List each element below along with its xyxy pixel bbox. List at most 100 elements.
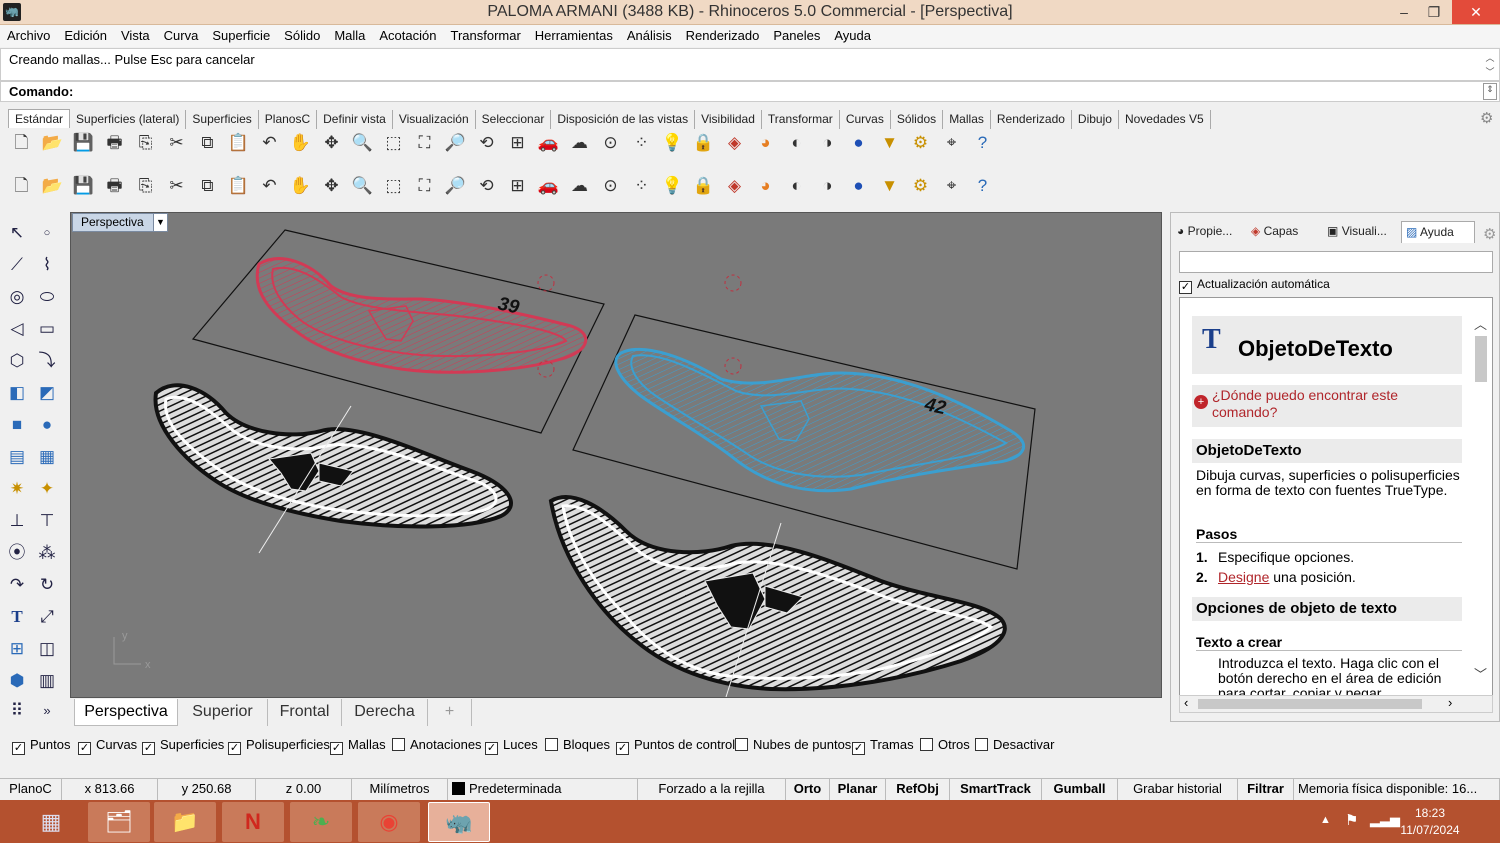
checkbox-checked-icon[interactable]: ✓ xyxy=(485,742,498,755)
undo-icon[interactable]: ↶ xyxy=(254,171,285,201)
checkbox-unchecked-icon[interactable] xyxy=(920,738,933,751)
scale-icon[interactable]: ⤢ xyxy=(32,602,62,632)
points-icon[interactable]: ⁘ xyxy=(626,171,657,201)
menu-malla[interactable]: Malla xyxy=(327,25,372,43)
filter-desactivar[interactable]: Desactivar xyxy=(975,737,1054,752)
rotate3d-icon[interactable]: ↻ xyxy=(32,570,62,600)
scroll-down-icon[interactable]: ﹀ xyxy=(1474,664,1487,683)
scroll-left-icon[interactable]: ‹ xyxy=(1184,695,1188,710)
status-cplane[interactable]: PlanoC xyxy=(0,779,62,800)
pan-hand-icon[interactable]: ✋ xyxy=(285,128,316,158)
menu-acotacion[interactable]: Acotación xyxy=(372,25,443,43)
box-icon[interactable]: ■ xyxy=(2,410,32,440)
command-line[interactable]: Comando: ⇕ xyxy=(0,81,1500,102)
sphere-render-icon[interactable]: ◑ xyxy=(812,128,843,158)
solid-tools-icon[interactable]: ⬢ xyxy=(2,666,32,696)
tab-superior[interactable]: Superior xyxy=(178,699,268,726)
select-arrow-icon[interactable]: ↖ xyxy=(2,218,32,248)
open-folder-icon[interactable]: 📂 xyxy=(37,171,68,201)
help-search-input[interactable] xyxy=(1179,251,1493,273)
close-button[interactable]: ✕ xyxy=(1452,0,1500,24)
rotate-icon[interactable]: ↷ xyxy=(2,570,32,600)
filter-polisuperficies[interactable]: ✓ Polisuperficies xyxy=(228,737,330,755)
tray-up-icon[interactable]: ▲ xyxy=(1320,814,1331,826)
point-icon[interactable]: ○ xyxy=(32,218,62,248)
settings-icon[interactable]: ⚙ xyxy=(905,128,936,158)
tab-visibilidad[interactable]: Visibilidad xyxy=(695,110,762,129)
layer-icon[interactable]: ◈ xyxy=(719,128,750,158)
filter-tramas[interactable]: ✓ Tramas xyxy=(852,737,914,755)
move-view-icon[interactable]: ✥ xyxy=(316,128,347,158)
help-icon[interactable]: ? xyxy=(967,128,998,158)
filter-puntos[interactable]: ✓ Puntos xyxy=(12,737,70,755)
tab-planosc[interactable]: PlanosC xyxy=(259,110,318,129)
sphere-blue-icon[interactable]: ● xyxy=(843,171,874,201)
scrollbar-thumb[interactable] xyxy=(1475,336,1487,382)
settings-icon[interactable]: ⚙ xyxy=(905,171,936,201)
select-icon[interactable]: ▼ xyxy=(874,128,905,158)
zoom-window-icon[interactable]: ⬚ xyxy=(378,128,409,158)
file-manager-icon[interactable]: 🗂 xyxy=(88,802,150,842)
tab-dibujo[interactable]: Dibujo xyxy=(1072,110,1119,129)
checkbox-checked-icon[interactable]: ✓ xyxy=(616,742,629,755)
menu-edicion[interactable]: Edición xyxy=(57,25,114,43)
grid-icon[interactable]: ⠿ xyxy=(2,696,32,726)
rotate-view-icon[interactable]: ⟲ xyxy=(471,171,502,201)
checkbox-unchecked-icon[interactable] xyxy=(735,738,748,751)
folder-icon[interactable]: 📁 xyxy=(154,802,216,842)
rectangle-icon[interactable]: ▭ xyxy=(32,314,62,344)
print-icon[interactable]: 🖶 xyxy=(99,128,130,158)
color-wheel-icon[interactable]: ◕ xyxy=(750,171,781,201)
copy-icon[interactable]: ⧉ xyxy=(192,128,223,158)
help-icon[interactable]: ? xyxy=(967,171,998,201)
polyline-icon[interactable]: ⟋ xyxy=(2,250,32,280)
cplane-icon[interactable]: ⊙ xyxy=(595,171,626,201)
hide-icon[interactable]: ☁ xyxy=(564,128,595,158)
layer-icon[interactable]: ◈ xyxy=(719,171,750,201)
zoom-selected-icon[interactable]: 🔎 xyxy=(440,171,471,201)
viewport-menu-icon[interactable]: ▼ xyxy=(153,214,167,231)
transform-icon[interactable]: ✷ xyxy=(2,474,32,504)
sphere-blue-icon[interactable]: ● xyxy=(843,128,874,158)
tab-seleccionar[interactable]: Seleccionar xyxy=(476,110,552,129)
zoom-window-icon[interactable]: ⬚ xyxy=(378,171,409,201)
surface-icon[interactable]: ◧ xyxy=(2,378,32,408)
tab-superficies[interactable]: Superficies xyxy=(186,110,259,129)
cplane-icon[interactable]: ⊙ xyxy=(595,128,626,158)
checkbox-checked-icon[interactable]: ✓ xyxy=(330,742,343,755)
open-folder-icon[interactable]: 📂 xyxy=(37,128,68,158)
curve-icon[interactable]: ⌇ xyxy=(32,250,62,280)
designe-link[interactable]: Designe xyxy=(1218,569,1269,585)
status-units[interactable]: Milímetros xyxy=(352,779,448,800)
chrome-icon[interactable]: ◉ xyxy=(358,802,420,842)
panel-tab-propiedades[interactable]: ◕ Propie... xyxy=(1173,221,1243,243)
move-view-icon[interactable]: ✥ xyxy=(316,171,347,201)
new-file-icon[interactable]: 🗋 xyxy=(6,128,37,158)
circle-icon[interactable]: ◎ xyxy=(2,282,32,312)
undo-icon[interactable]: ↶ xyxy=(254,128,285,158)
status-grid-snap[interactable]: Forzado a la rejilla xyxy=(638,779,786,800)
dimension-icon[interactable]: ⊥ xyxy=(2,506,32,536)
cut-icon[interactable]: ✂ xyxy=(161,128,192,158)
tab-novedades-v5[interactable]: Novedades V5 xyxy=(1119,110,1211,129)
status-layer[interactable]: Predeterminada xyxy=(448,779,638,800)
car-icon[interactable]: 🚗 xyxy=(533,171,564,201)
menu-archivo[interactable]: Archivo xyxy=(0,25,57,43)
hide-icon[interactable]: ☁ xyxy=(564,171,595,201)
array-icon[interactable]: ⊞ xyxy=(2,634,32,664)
scroll-down-icon[interactable]: ﹀ xyxy=(1483,65,1497,78)
checkbox-unchecked-icon[interactable] xyxy=(545,738,558,751)
sphere-render-icon[interactable]: ◑ xyxy=(812,171,843,201)
sphere-shade-icon[interactable]: ◐ xyxy=(781,171,812,201)
zoom-extents-icon[interactable]: ⛶ xyxy=(409,171,440,201)
zoom-extents-icon[interactable]: ⛶ xyxy=(409,128,440,158)
status-filter[interactable]: Filtrar xyxy=(1238,779,1294,800)
filter-mallas[interactable]: ✓ Mallas xyxy=(330,737,386,755)
status-planar[interactable]: Planar xyxy=(830,779,886,800)
menu-ayuda[interactable]: Ayuda xyxy=(827,25,878,43)
save-icon[interactable]: 💾 xyxy=(68,171,99,201)
status-gumball[interactable]: Gumball xyxy=(1042,779,1118,800)
status-smarttrack[interactable]: SmartTrack xyxy=(950,779,1042,800)
ruler-icon[interactable]: ▥ xyxy=(32,666,62,696)
mirror-icon[interactable]: ◫ xyxy=(32,634,62,664)
